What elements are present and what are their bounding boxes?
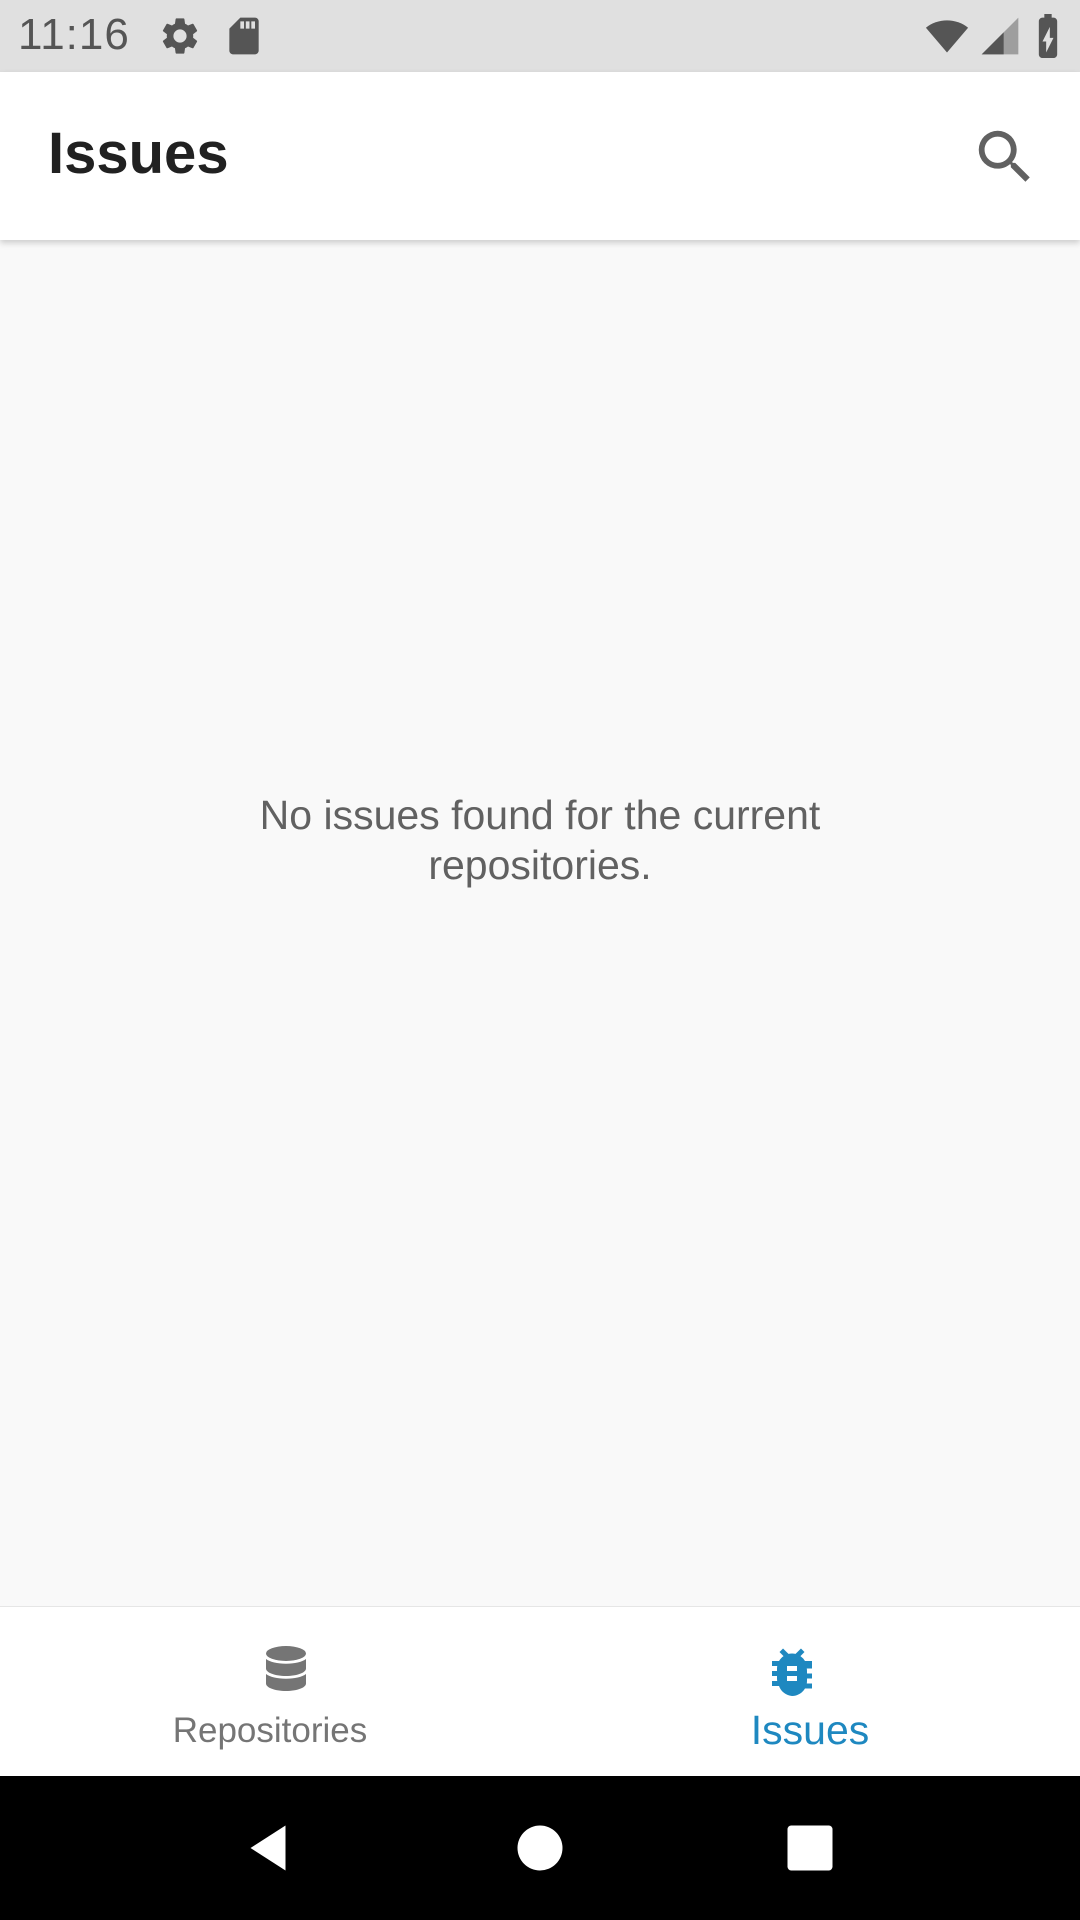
app-bar: Issues <box>0 72 1080 240</box>
status-time: 11:16 <box>18 10 130 59</box>
nav-label-repositories: Repositories <box>172 1711 368 1750</box>
page-title: Issues <box>48 121 229 186</box>
nav-item-repositories[interactable]: Repositories <box>0 1607 540 1777</box>
sd-card-icon <box>229 17 259 55</box>
recents-icon[interactable] <box>780 1818 840 1878</box>
status-bar: 11:16 <box>0 0 1080 72</box>
signal-icon <box>981 17 1019 55</box>
battery-charging-icon <box>1038 14 1058 58</box>
bug-icon <box>772 1648 812 1696</box>
issues-list-area: No issues found for the current reposito… <box>0 240 1080 1606</box>
database-icon <box>266 1646 306 1691</box>
bottom-navigation: Repositories Issues <box>0 1606 1080 1776</box>
search-icon[interactable] <box>970 122 1040 192</box>
screen: 11:16 Issues No issues found for the cur… <box>0 0 1080 1920</box>
system-navigation-bar <box>0 1776 1080 1920</box>
nav-item-issues[interactable]: Issues <box>540 1607 1080 1777</box>
wifi-icon <box>925 20 969 53</box>
gear-icon <box>162 18 198 54</box>
empty-state-message: No issues found for the current reposito… <box>259 792 821 888</box>
home-icon[interactable] <box>510 1818 570 1878</box>
nav-label-issues: Issues <box>750 1707 870 1753</box>
back-icon[interactable] <box>238 1818 298 1878</box>
